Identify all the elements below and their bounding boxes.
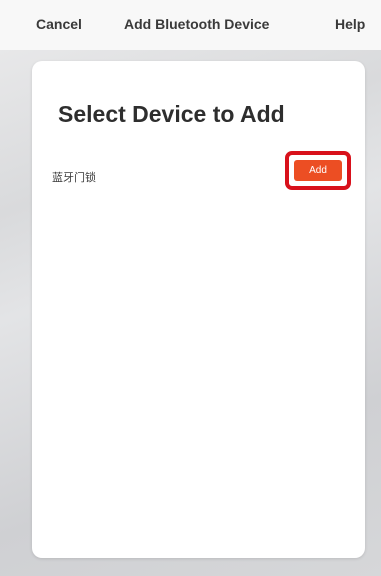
help-button[interactable]: Help bbox=[335, 16, 365, 32]
device-list-item: 蓝牙门锁 Add bbox=[32, 151, 365, 199]
card-heading: Select Device to Add bbox=[58, 101, 285, 127]
device-name: 蓝牙门锁 bbox=[52, 171, 96, 184]
add-device-button[interactable]: Add bbox=[294, 160, 342, 181]
highlight-box: Add bbox=[285, 151, 351, 190]
navigation-bar: Cancel Add Bluetooth Device Help bbox=[0, 0, 381, 50]
device-list-card: Select Device to Add 蓝牙门锁 Add bbox=[32, 61, 365, 558]
page-title: Add Bluetooth Device bbox=[124, 16, 270, 32]
cancel-button[interactable]: Cancel bbox=[36, 16, 82, 32]
